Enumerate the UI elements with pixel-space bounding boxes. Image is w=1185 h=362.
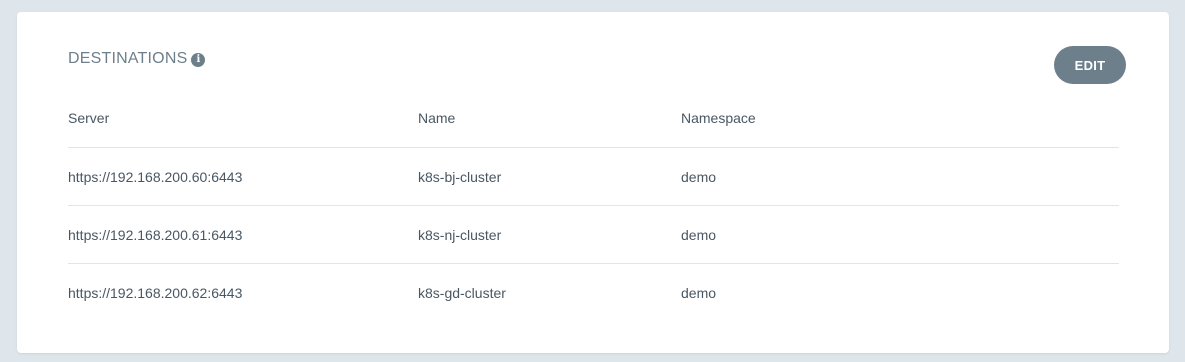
header-server: Server <box>68 110 110 126</box>
destinations-table: Server Name Namespace https://192.168.20… <box>68 99 1119 321</box>
name-cell: k8s-nj-cluster <box>418 226 502 243</box>
header-namespace: Namespace <box>681 110 756 126</box>
panel-title: DESTINATIONS <box>68 50 188 67</box>
table-row[interactable]: https://192.168.200.60:6443 k8s-bj-clust… <box>68 147 1119 205</box>
server-cell: https://192.168.200.61:6443 <box>68 226 243 243</box>
destinations-panel: DESTINATIONS i EDIT Server Name Namespac… <box>17 12 1169 353</box>
server-cell: https://192.168.200.60:6443 <box>68 168 243 185</box>
edit-button[interactable]: EDIT <box>1054 46 1126 84</box>
name-cell: k8s-bj-cluster <box>418 168 502 185</box>
namespace-cell: demo <box>681 284 717 301</box>
table-row[interactable]: https://192.168.200.62:6443 k8s-gd-clust… <box>68 263 1119 321</box>
namespace-cell: demo <box>681 226 717 243</box>
server-cell: https://192.168.200.62:6443 <box>68 284 243 301</box>
name-cell: k8s-gd-cluster <box>418 284 506 301</box>
table-header-row: Server Name Namespace <box>68 99 1119 147</box>
header-name: Name <box>418 110 456 126</box>
namespace-cell: demo <box>681 168 717 185</box>
panel-header: DESTINATIONS i <box>68 50 206 68</box>
table-row[interactable]: https://192.168.200.61:6443 k8s-nj-clust… <box>68 205 1119 263</box>
info-icon[interactable]: i <box>191 52 206 67</box>
